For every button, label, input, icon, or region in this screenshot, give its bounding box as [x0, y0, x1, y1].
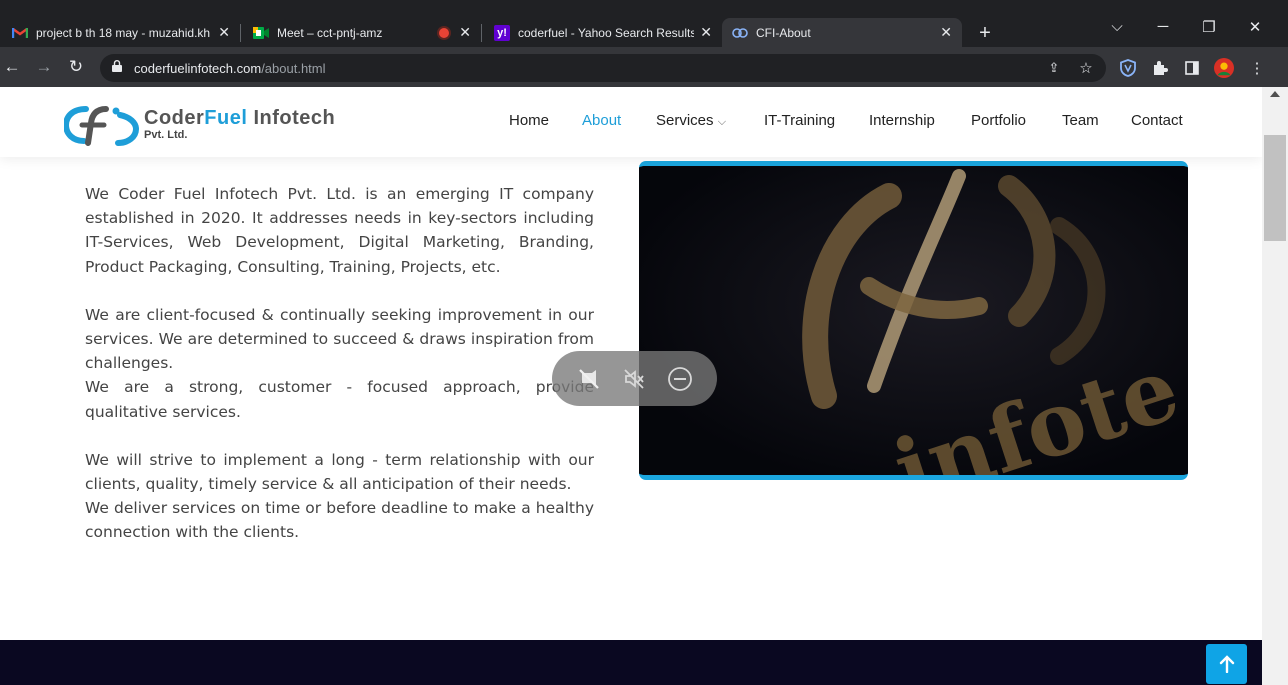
- video-frame-logo: infote: [639, 166, 1188, 475]
- tab-title: CFI-About: [756, 25, 811, 40]
- extensions-puzzle-icon[interactable]: [1150, 58, 1170, 78]
- coderfuel-logo-icon: [64, 106, 140, 146]
- site-logo[interactable]: CoderFuel Infotech Pvt. Ltd.: [64, 103, 344, 147]
- web-page: CoderFuel Infotech Pvt. Ltd. Home About …: [0, 87, 1262, 685]
- logo-word-fuel: Fuel: [204, 107, 248, 129]
- meet-icon: [253, 25, 269, 41]
- tab-yahoo[interactable]: y! coderfuel - Yahoo Search Results ✕: [482, 18, 722, 47]
- close-window-icon[interactable]: ✕: [1243, 18, 1267, 36]
- nav-team[interactable]: Team: [1062, 112, 1099, 129]
- chevron-down-icon: ⌵: [717, 116, 727, 128]
- url-text: coderfuelinfotech.com/about.html: [134, 61, 326, 76]
- share-icon[interactable]: ⇪: [1044, 58, 1064, 78]
- scrollbar-thumb[interactable]: [1264, 135, 1286, 241]
- nav-services[interactable]: Services ⌵: [656, 112, 726, 129]
- profile-avatar[interactable]: [1214, 58, 1234, 78]
- address-bar[interactable]: coderfuelinfotech.com/about.html ⇪ ☆: [100, 54, 1106, 82]
- nav-it-training[interactable]: IT-Training: [764, 112, 835, 129]
- url-path: /about.html: [261, 61, 326, 76]
- nav-services-label: Services: [656, 112, 714, 129]
- bookmark-star-icon[interactable]: ☆: [1076, 58, 1096, 78]
- logo-word-coder: Coder: [144, 107, 205, 129]
- nav-contact[interactable]: Contact: [1131, 112, 1183, 129]
- arrow-up-icon: [1219, 655, 1234, 673]
- lock-icon: [112, 60, 122, 72]
- about-paragraph: We Coder Fuel Infotech Pvt. Ltd. is an e…: [85, 185, 594, 276]
- close-tab-icon[interactable]: ✕: [459, 24, 471, 41]
- camera-off-icon[interactable]: [576, 366, 602, 392]
- meet-floating-controls: [552, 351, 717, 406]
- yahoo-icon: y!: [494, 24, 510, 41]
- tab-title: Meet – cct-pntj-amz: [277, 25, 383, 40]
- scroll-to-top-button[interactable]: [1206, 644, 1247, 684]
- side-panel-icon[interactable]: [1182, 58, 1202, 78]
- browser-menu-icon[interactable]: ⋮: [1247, 58, 1267, 78]
- nav-home[interactable]: Home: [509, 112, 549, 129]
- minimize-circle-icon[interactable]: [667, 366, 693, 392]
- close-tab-icon[interactable]: ✕: [700, 24, 712, 41]
- reload-icon[interactable]: ↻: [66, 57, 86, 77]
- tab-title: coderfuel - Yahoo Search Results: [518, 25, 694, 40]
- tab-meet[interactable]: Meet – cct-pntj-amz ✕: [241, 18, 481, 47]
- footer-section: [0, 640, 1262, 685]
- forward-icon[interactable]: →: [34, 57, 54, 77]
- about-video[interactable]: infote: [639, 161, 1188, 480]
- page-scrollbar[interactable]: [1262, 87, 1288, 685]
- logo-wordmark: CoderFuel Infotech: [144, 107, 335, 130]
- nav-internship[interactable]: Internship: [869, 112, 935, 129]
- gmail-icon: [12, 25, 28, 41]
- logo-word-infotech: Infotech: [247, 107, 336, 129]
- about-paragraph: We will strive to implement a long - ter…: [85, 450, 594, 494]
- nav-about[interactable]: About: [582, 112, 621, 129]
- extension-shield-icon[interactable]: [1118, 58, 1138, 78]
- cfi-icon: [732, 25, 748, 41]
- logo-subtitle: Pvt. Ltd.: [144, 129, 188, 141]
- browser-toolbar: ← → ↻ coderfuelinfotech.com/about.html ⇪…: [0, 47, 1288, 87]
- nav-portfolio[interactable]: Portfolio: [971, 112, 1026, 129]
- tab-search-icon[interactable]: ⌵: [1105, 18, 1129, 35]
- about-paragraph: We are a strong, customer - focused appr…: [85, 378, 594, 421]
- close-tab-icon[interactable]: ✕: [940, 24, 952, 41]
- mute-icon[interactable]: [621, 366, 647, 392]
- close-tab-icon[interactable]: ✕: [218, 24, 230, 41]
- about-paragraph: We deliver services on time or before de…: [85, 499, 594, 542]
- url-host: coderfuelinfotech.com: [134, 61, 262, 76]
- about-paragraph: We are client-focused & continually seek…: [85, 305, 594, 373]
- new-tab-icon[interactable]: +: [974, 19, 996, 47]
- tab-gmail[interactable]: project b th 18 may - muzahid.kh ✕: [0, 18, 240, 47]
- tab-title: project b th 18 may - muzahid.kh: [36, 25, 211, 40]
- browser-tab-strip: project b th 18 may - muzahid.kh ✕ Meet …: [0, 0, 1288, 47]
- restore-icon[interactable]: ❐: [1197, 18, 1221, 36]
- back-icon[interactable]: ←: [2, 57, 22, 77]
- about-text: We Coder Fuel Infotech Pvt. Ltd. is an e…: [85, 182, 594, 545]
- minimize-icon[interactable]: ─: [1151, 18, 1175, 35]
- site-header: CoderFuel Infotech Pvt. Ltd. Home About …: [0, 87, 1262, 157]
- tab-cfi-about[interactable]: CFI-About ✕: [722, 18, 962, 47]
- scroll-up-arrow-icon[interactable]: [1270, 91, 1280, 97]
- recording-indicator-icon: [439, 27, 449, 38]
